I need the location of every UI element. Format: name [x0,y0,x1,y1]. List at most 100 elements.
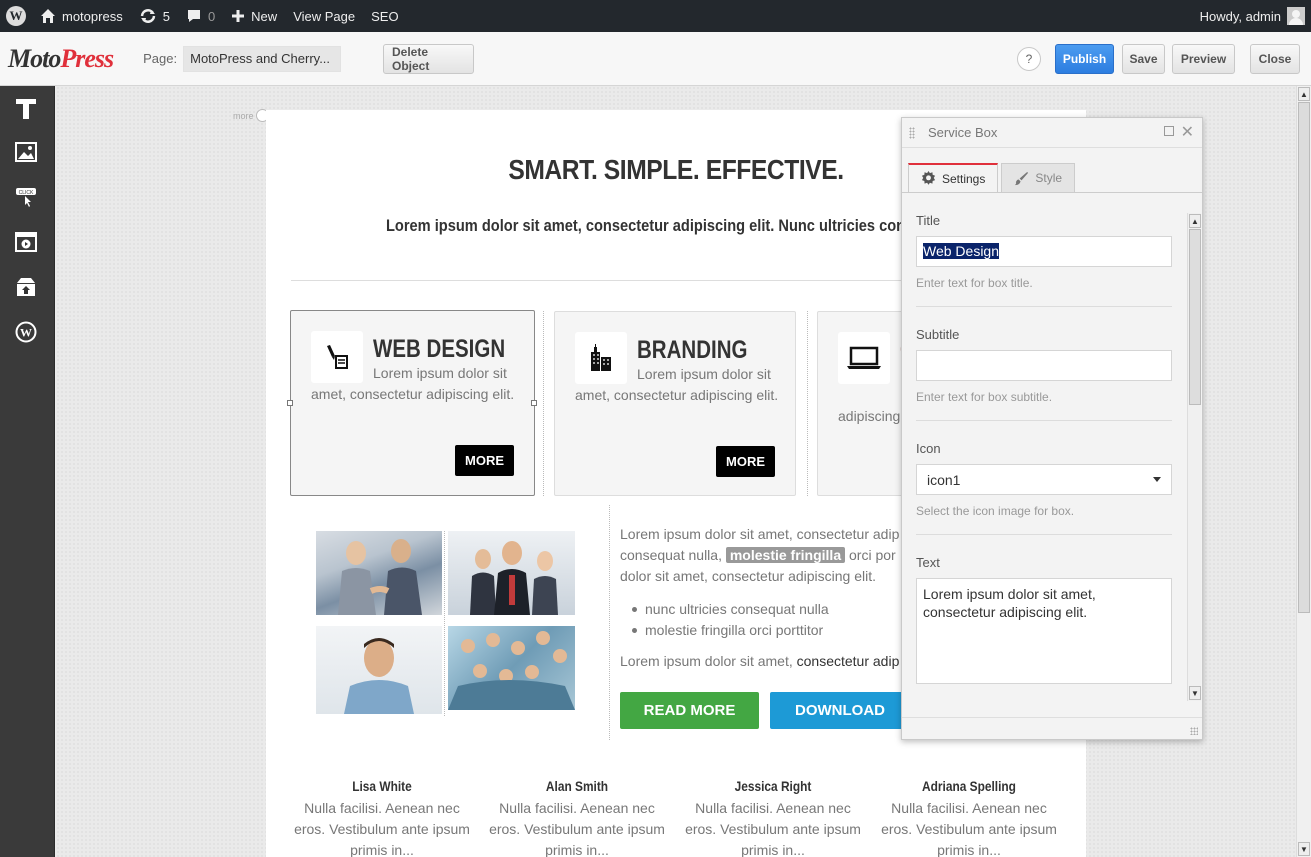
scroll-up-arrow-icon[interactable]: ▲ [1298,87,1310,101]
column-separator [543,311,544,496]
scrollbar-thumb[interactable] [1189,229,1201,405]
paragraph-line: orci por [849,547,896,563]
service-desc: Lorem ipsum dolor sit amet, consectetur … [575,366,779,403]
seo-link[interactable]: SEO [363,0,406,32]
member-bio: Nulla facilisi. Aenean nec eros. Vestibu… [685,800,861,857]
updates-link[interactable]: 5 [131,0,178,32]
comments-count: 0 [207,8,216,24]
icon-hint: Select the icon image for box. [916,504,1075,518]
member-bio: Nulla facilisi. Aenean nec eros. Vestibu… [489,800,665,857]
comment-icon [187,10,200,22]
form-divider [916,420,1172,421]
avatar [1287,7,1305,25]
view-page-link[interactable]: View Page [285,0,363,32]
team-member[interactable]: Adriana Spelling Nulla facilisi. Aenean … [874,778,1064,857]
icon-label: Icon [916,441,941,456]
admin-bar: W motopress 5 0 New View Page SEO Howdy,… [0,0,1311,32]
title-input-value: Web Design [923,243,1000,259]
editor-toolbar: MotoPress Page: MotoPress and Cherry... … [0,32,1311,86]
bullet-list[interactable]: nunc ultricies consequat nulla molestie … [620,599,829,641]
read-more-button[interactable]: READ MORE [620,692,759,729]
column-separator [807,311,808,496]
publish-button[interactable]: Publish [1055,44,1114,74]
more-tag[interactable]: more [233,109,269,122]
service-desc: adipiscing [838,408,901,424]
scrollbar-thumb[interactable] [1298,102,1310,613]
member-name: Adriana Spelling [922,778,1016,794]
list-item: nunc ultricies consequat nulla [620,599,829,620]
button-icon[interactable]: CLICK [13,184,39,210]
video-icon[interactable] [13,229,39,255]
handshake-photo [316,531,442,615]
team-member[interactable]: Jessica Right Nulla facilisi. Aenean nec… [678,778,868,857]
howdy-text: Howdy, admin [1199,8,1281,24]
page-scrollbar[interactable]: ▲ ▼ [1296,86,1311,857]
intro-paragraph[interactable]: Lorem ipsum dolor sit amet, consectetur … [620,524,910,587]
popout-icon[interactable] [1164,126,1174,136]
member-name: Jessica Right [734,778,812,794]
icon-select[interactable]: icon1 [916,464,1172,495]
service-box-web-design[interactable]: WEB DESIGN Lorem ipsum dolor sit amet, c… [290,310,535,496]
site-name: motopress [62,8,123,24]
team-member[interactable]: Alan Smith Nulla facilisi. Aenean nec er… [482,778,672,857]
drag-grip-icon[interactable] [909,127,915,139]
subtitle-input[interactable] [916,350,1172,381]
man-portrait-photo [316,626,442,714]
page-select[interactable]: MotoPress and Cherry... [183,45,342,72]
paragraph-text: Lorem ipsum dolor sit amet, [620,653,793,669]
motopress-logo: MotoPress [8,43,114,73]
scroll-up-arrow-icon[interactable]: ▲ [1189,214,1201,228]
secondary-paragraph[interactable]: Lorem ipsum dolor sit amet, consectetur … [620,651,910,672]
title-hint: Enter text for box title. [916,276,1033,290]
title-label: Title [916,213,941,228]
new-label: New [251,8,278,24]
text-icon[interactable] [13,96,39,122]
save-button[interactable]: Save [1122,44,1165,74]
image-icon[interactable] [13,139,39,165]
close-icon[interactable]: ✕ [1181,122,1194,142]
close-button[interactable]: Close [1250,44,1300,74]
delete-object-button[interactable]: Delete Object [383,44,474,74]
download-button[interactable]: DOWNLOAD [770,692,910,729]
text-label: Text [916,555,940,570]
service-box-panel: Service Box ✕ Settings Style Title Web D… [901,117,1203,740]
page-label: Page: [143,51,178,66]
more-button[interactable]: MORE [455,445,514,476]
site-name-link[interactable]: motopress [32,0,131,32]
paragraph-line: Lorem ipsum dolor sit amet, consectetur … [620,526,900,542]
wordpress-icon[interactable]: W [13,319,39,345]
wordpress-logo-icon[interactable]: W [0,0,32,32]
tab-settings[interactable]: Settings [908,163,999,192]
tab-label: Style [1035,171,1063,185]
scroll-down-arrow-icon[interactable]: ▼ [1189,686,1201,700]
subtitle-hint: Enter text for box subtitle. [916,390,1053,404]
paragraph-emphasis: consectetur adip [796,653,900,669]
text-textarea[interactable]: Lorem ipsum dolor sit amet, consectetur … [916,578,1172,684]
panel-scrollbar[interactable]: ▲ ▼ [1187,213,1201,701]
panel-header[interactable]: Service Box ✕ [902,118,1202,148]
preview-button[interactable]: Preview [1172,44,1235,74]
member-name: Lisa White [352,778,412,794]
widget-icon[interactable] [13,274,39,300]
scroll-down-arrow-icon[interactable]: ▼ [1298,842,1310,856]
more-button[interactable]: MORE [716,446,775,477]
resize-grip-icon[interactable] [1190,727,1198,735]
highlight-text: molestie fringilla [725,547,846,563]
plus-icon [232,10,245,22]
help-button[interactable]: ? [1017,47,1041,71]
member-bio: Nulla facilisi. Aenean nec eros. Vestibu… [294,800,470,857]
title-input[interactable]: Web Design [916,236,1172,267]
tab-style[interactable]: Style [1001,163,1076,192]
crowd-thumbs-up-photo [448,626,575,710]
new-link[interactable]: New [223,0,285,32]
tab-underline [902,192,1202,193]
paragraph-line: consequat nulla, [620,547,722,563]
team-member[interactable]: Lisa White Nulla facilisi. Aenean nec er… [287,778,477,857]
account-menu[interactable]: Howdy, admin [1192,0,1311,32]
resize-handle-right[interactable] [531,400,537,406]
updates-count: 5 [162,8,170,24]
comments-link[interactable]: 0 [178,0,223,32]
service-box-branding[interactable]: BRANDING Lorem ipsum dolor sit amet, con… [554,311,796,496]
resize-handle-left[interactable] [287,400,293,406]
settings-form: Title Web Design Enter text for box titl… [916,213,1172,684]
